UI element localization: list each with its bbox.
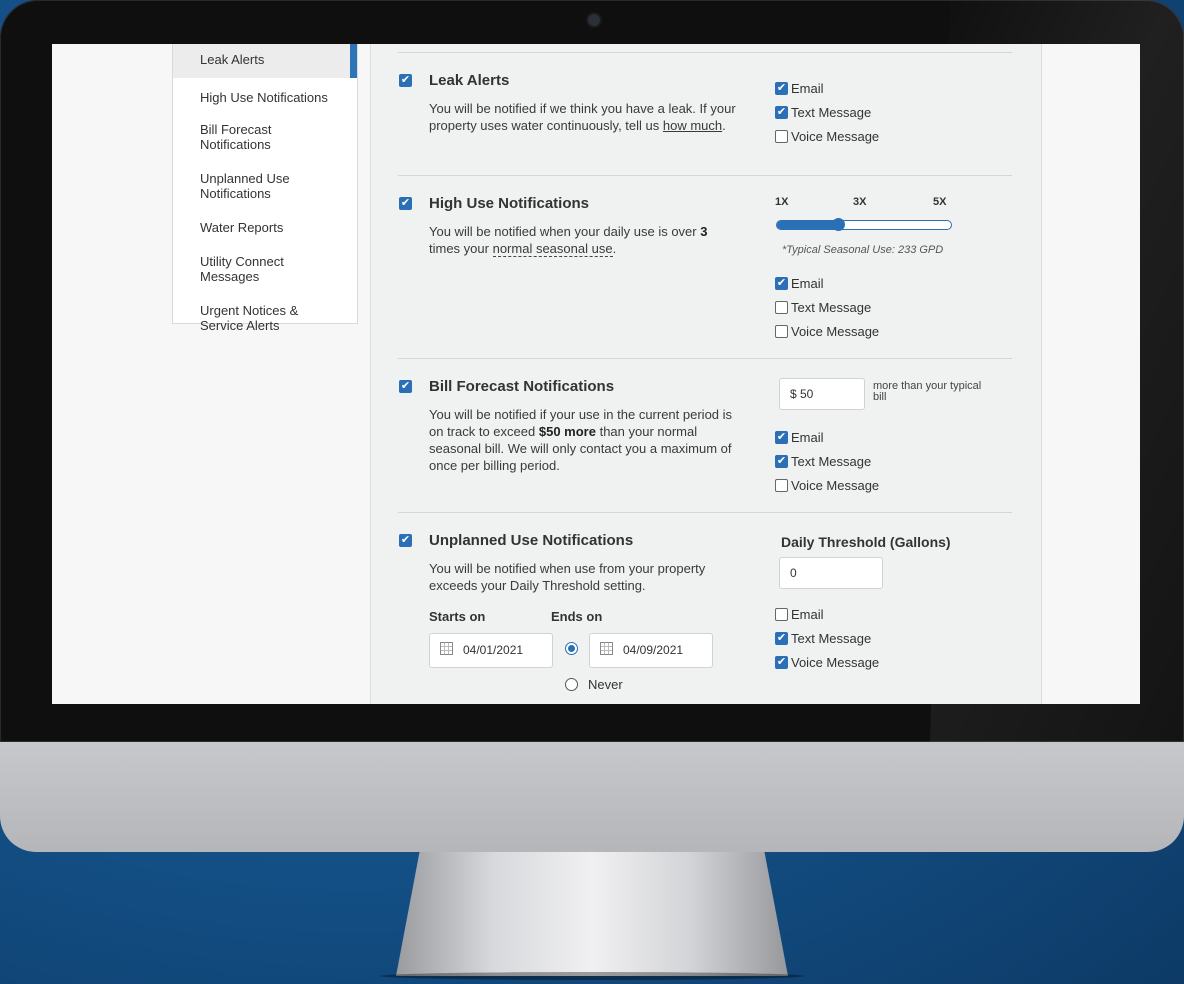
how-much-link[interactable]: how much (663, 118, 722, 133)
start-date-value: 04/01/2021 (463, 643, 524, 657)
desc-end: . (722, 118, 726, 133)
daily-threshold-label: Daily Threshold (Gallons) (781, 534, 951, 550)
sidebar-item-label: Urgent Notices & Service Alerts (200, 303, 299, 333)
checkbox-checked-icon[interactable]: ✔ (775, 431, 788, 444)
daily-threshold-input[interactable]: 0 (779, 557, 883, 589)
checkbox-checked-icon[interactable]: ✔ (775, 277, 788, 290)
checkbox-empty-icon[interactable] (775, 479, 788, 492)
slider-label-max: 5X (933, 196, 947, 208)
sidebar-item-label: Unplanned Use Notifications (200, 171, 290, 201)
sidebar-item-high-use[interactable]: High Use Notifications (173, 90, 357, 105)
checkbox-checked-icon[interactable]: ✔ (775, 632, 788, 645)
leak-alerts-title: Leak Alerts (429, 72, 510, 89)
bill-amount-emphasis: $50 more (538, 424, 596, 439)
sidebar-item-urgent-notices[interactable]: Urgent Notices & Service Alerts (173, 303, 322, 333)
camera-icon (588, 14, 600, 26)
ends-on-label: Ends on (551, 609, 603, 624)
starts-on-label: Starts on (429, 609, 486, 624)
sidebar-item-bill-forecast[interactable]: Bill Forecast Notifications (173, 122, 298, 152)
option-label: Text Message (791, 454, 872, 469)
option-label: Voice Message (791, 478, 880, 493)
monitor-stand (396, 852, 788, 976)
option-label: Email (791, 276, 824, 291)
typical-use-note: *Typical Seasonal Use: 233 GPD (782, 244, 944, 256)
sidebar-item-label: Water Reports (200, 220, 284, 235)
unplanned-use-description: You will be notified when use from your … (429, 561, 706, 593)
leak-alerts-toggle[interactable]: ✔ (399, 74, 412, 87)
high-use-slider[interactable] (776, 218, 952, 231)
option-label: Voice Message (791, 129, 880, 144)
divider (398, 512, 1012, 513)
calendar-icon (440, 642, 453, 655)
bill-amount-input[interactable]: $ 50 (779, 378, 865, 410)
screen: Leak Alerts High Use Notifications Bill … (52, 44, 1140, 704)
option-label: Voice Message (791, 324, 880, 339)
sidebar-item-label: Utility Connect Messages (200, 254, 284, 284)
sidebar-item-label: Bill Forecast Notifications (200, 122, 272, 152)
end-date-input[interactable]: 04/09/2021 (589, 633, 713, 668)
slider-label-mid: 3X (853, 196, 867, 208)
sidebar-item-label: High Use Notifications (200, 90, 328, 105)
sidebar-nav: Leak Alerts High Use Notifications Bill … (172, 44, 358, 333)
option-label: Email (791, 430, 824, 445)
desc-text: times your (429, 241, 489, 256)
checkbox-checked-icon[interactable]: ✔ (775, 82, 788, 95)
checkbox-checked-icon[interactable]: ✔ (775, 106, 788, 119)
checkbox-empty-icon[interactable] (775, 325, 788, 338)
multiplier-value: 3 (700, 224, 708, 239)
bill-forecast-description: You will be notified if your use in the … (429, 406, 745, 474)
sidebar-item-water-reports[interactable]: Water Reports (173, 220, 357, 235)
never-label: Never (588, 677, 623, 692)
end-date-value: 04/09/2021 (623, 643, 684, 657)
checkbox-empty-icon[interactable] (775, 301, 788, 314)
bill-forecast-title: Bill Forecast Notifications (429, 378, 615, 395)
divider (398, 52, 1012, 53)
checkbox-empty-icon[interactable] (775, 130, 788, 143)
option-label: Email (791, 81, 824, 96)
sidebar-item-leak-alerts[interactable]: Leak Alerts (173, 44, 357, 78)
monitor-chin (0, 742, 1184, 852)
checkbox-checked-icon[interactable]: ✔ (775, 455, 788, 468)
ends-never-radio[interactable] (565, 678, 578, 691)
option-label: Voice Message (791, 655, 880, 670)
option-label: Text Message (791, 300, 872, 315)
desc-end: . (612, 241, 617, 256)
sidebar-item-unplanned-use[interactable]: Unplanned Use Notifications (173, 171, 312, 201)
desc-text: You will be notified when your daily use… (429, 224, 697, 239)
option-label: Text Message (791, 631, 872, 646)
divider (398, 175, 1012, 176)
bill-forecast-toggle[interactable]: ✔ (399, 380, 412, 393)
notification-settings-panel: ✔ Leak Alerts You will be notified if we… (370, 44, 1042, 704)
start-date-input[interactable]: 04/01/2021 (429, 633, 553, 668)
leak-alerts-description: You will be notified if we think you hav… (429, 100, 741, 134)
checkbox-empty-icon[interactable] (775, 608, 788, 621)
high-use-description: You will be notified when your daily use… (429, 223, 741, 257)
high-use-toggle[interactable]: ✔ (399, 197, 412, 210)
stand-shadow (380, 972, 804, 980)
unplanned-use-title: Unplanned Use Notifications (429, 532, 634, 549)
divider (398, 358, 1012, 359)
high-use-title: High Use Notifications (429, 195, 590, 212)
checkbox-checked-icon[interactable]: ✔ (775, 656, 788, 669)
calendar-icon (600, 642, 613, 655)
slider-thumb[interactable] (832, 218, 845, 231)
option-label: Email (791, 607, 824, 622)
sidebar-item-label: Leak Alerts (200, 52, 265, 67)
slider-fill (777, 221, 838, 229)
normal-seasonal-use-link[interactable]: normal seasonal use (492, 241, 613, 257)
amount-note: more than your typical bill (873, 380, 982, 403)
slider-label-min: 1X (775, 196, 789, 208)
sidebar-item-utility-connect[interactable]: Utility Connect Messages (173, 254, 312, 284)
ends-on-date-radio[interactable] (565, 642, 578, 655)
unplanned-use-toggle[interactable]: ✔ (399, 534, 412, 547)
option-label: Text Message (791, 105, 872, 120)
